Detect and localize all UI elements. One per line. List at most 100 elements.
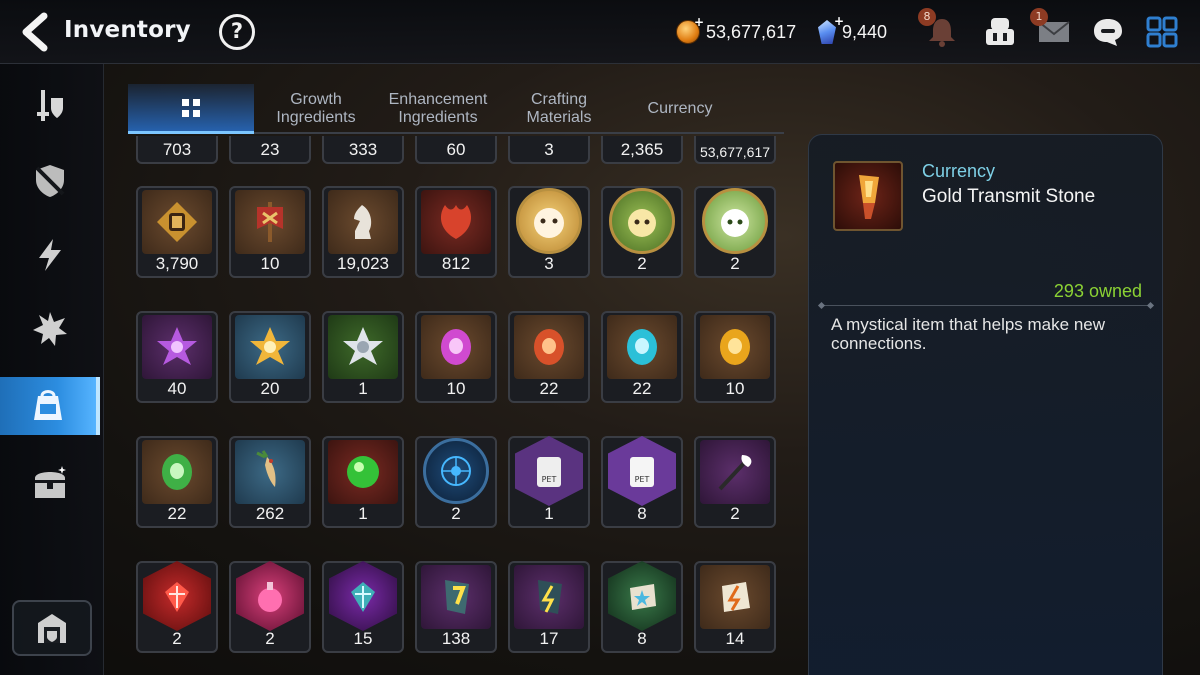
help-button[interactable]: ?: [219, 14, 255, 50]
tab-crafting-materials[interactable]: Crafting Materials: [502, 84, 616, 134]
inventory-slot[interactable]: 17: [508, 561, 590, 653]
lightning-shard-icon: [514, 565, 584, 629]
inventory-slot[interactable]: 2,365: [601, 136, 683, 164]
inventory-slot[interactable]: 3: [508, 136, 590, 164]
tab-enhancement-ingredients[interactable]: Enhancement Ingredients: [378, 84, 498, 134]
crystal-amount: 9,440: [842, 21, 888, 42]
item-count: 19,023: [337, 254, 389, 273]
back-arrow-icon: [22, 12, 48, 52]
chat-button[interactable]: [1088, 12, 1128, 52]
gold-shard-icon: [421, 565, 491, 629]
inventory-slot[interactable]: 22: [601, 311, 683, 403]
inventory-slot[interactable]: 262: [229, 436, 311, 528]
inventory-slot[interactable]: 2: [136, 561, 218, 653]
inventory-slot[interactable]: 1: [322, 311, 404, 403]
shield-off-icon: [35, 165, 65, 197]
crystal-currency[interactable]: + 9,440: [818, 14, 888, 48]
yellow-mascot-icon: [516, 188, 582, 254]
inventory-slot[interactable]: 2: [601, 186, 683, 278]
inventory-slot[interactable]: 40: [136, 311, 218, 403]
inventory-slot[interactable]: 3: [508, 186, 590, 278]
inventory-slot[interactable]: 138: [415, 561, 497, 653]
sidebar-item-equipment[interactable]: [0, 76, 100, 134]
item-description: A mystical item that helps make new conn…: [831, 315, 1106, 353]
chat-icon: [1094, 19, 1122, 46]
item-count: 333: [348, 140, 378, 159]
grid-all-icon: [182, 98, 200, 117]
item-count: 3: [544, 140, 554, 159]
item-count: 17: [539, 629, 559, 648]
notification-button[interactable]: 8: [918, 8, 962, 52]
inventory-slot[interactable]: 2: [415, 436, 497, 528]
inventory-slot[interactable]: 2: [694, 186, 776, 278]
item-count: 53,677,617: [699, 144, 771, 160]
category-tabs: Growth Ingredients Enhancement Ingredien…: [128, 84, 784, 134]
burst-icon: [33, 312, 67, 346]
inventory-slot[interactable]: 1: [322, 436, 404, 528]
red-rune-icon: [514, 315, 584, 379]
sidebar-item-artifacts[interactable]: [0, 152, 100, 210]
storage-button[interactable]: [12, 600, 92, 656]
inventory-slot[interactable]: 3,790: [136, 186, 218, 278]
inventory-slot[interactable]: 23: [229, 136, 311, 164]
mail-button[interactable]: 1: [1030, 8, 1074, 52]
inventory-slot[interactable]: 8: [601, 561, 683, 653]
gold-currency[interactable]: + 53,677,617: [676, 15, 796, 48]
inventory-slot[interactable]: PET 8: [601, 436, 683, 528]
inventory-slot[interactable]: 2: [229, 561, 311, 653]
inventory-slot[interactable]: 812: [415, 186, 497, 278]
left-sidebar: [0, 64, 104, 675]
inventory-slot[interactable]: 703: [136, 136, 218, 164]
gold-flower-icon: [235, 315, 305, 379]
item-count: 812: [441, 254, 471, 273]
inventory-slot[interactable]: 20: [229, 311, 311, 403]
sidebar-item-materials[interactable]: [0, 377, 100, 435]
inventory-slot[interactable]: 2: [694, 436, 776, 528]
tab-currency[interactable]: Currency: [622, 84, 738, 134]
tech-circle-icon: [423, 438, 489, 504]
item-count: 23: [260, 140, 280, 159]
item-count: 10: [446, 379, 466, 398]
mail-badge: 1: [1030, 8, 1048, 26]
item-count: 15: [353, 629, 373, 648]
yellow-rune-icon: [700, 315, 770, 379]
inventory-slot[interactable]: 22: [508, 311, 590, 403]
inventory-grid: 703 23 333 60 3 2,365 53,677,617 3,790 1…: [128, 136, 784, 675]
inventory-slot[interactable]: 19,023: [322, 186, 404, 278]
back-button[interactable]: [18, 12, 54, 52]
svg-text:PET: PET: [635, 475, 650, 484]
sidebar-item-catalysts[interactable]: [0, 226, 100, 284]
item-name: Gold Transmit Stone: [922, 186, 1096, 207]
inventory-slot[interactable]: 22: [136, 436, 218, 528]
inventory-slot[interactable]: 333: [322, 136, 404, 164]
divider: [821, 305, 1151, 306]
item-count: 3: [544, 254, 554, 273]
ginseng-root-icon: [235, 440, 305, 504]
chest-icon: [35, 466, 66, 498]
pink-rune-icon: [421, 315, 491, 379]
inventory-slot[interactable]: PET 1: [508, 436, 590, 528]
crew-button[interactable]: [980, 12, 1020, 52]
inventory-slot[interactable]: 53,677,617: [694, 136, 776, 164]
item-count: 22: [632, 379, 652, 398]
item-count: 2: [730, 504, 740, 523]
inventory-slot[interactable]: 10: [229, 186, 311, 278]
crystal-wrapper: +: [818, 14, 844, 44]
inventory-slot[interactable]: 10: [694, 311, 776, 403]
item-count: 22: [539, 379, 559, 398]
inventory-slot[interactable]: 60: [415, 136, 497, 164]
item-category: Currency: [922, 161, 996, 181]
item-count: 10: [260, 254, 280, 273]
inventory-slot[interactable]: 10: [415, 311, 497, 403]
item-count: 2: [730, 254, 740, 273]
item-count: 2: [265, 629, 275, 648]
tab-all[interactable]: [128, 84, 254, 134]
inventory-slot[interactable]: 14: [694, 561, 776, 653]
tab-growth-ingredients[interactable]: Growth Ingredients: [258, 84, 374, 134]
silver-flower-icon: [328, 315, 398, 379]
inventory-slot[interactable]: 15: [322, 561, 404, 653]
red-leaf-icon: [421, 190, 491, 254]
menu-button[interactable]: [1142, 12, 1182, 52]
sidebar-item-chest[interactable]: [0, 454, 100, 512]
sidebar-item-special[interactable]: [0, 300, 100, 358]
